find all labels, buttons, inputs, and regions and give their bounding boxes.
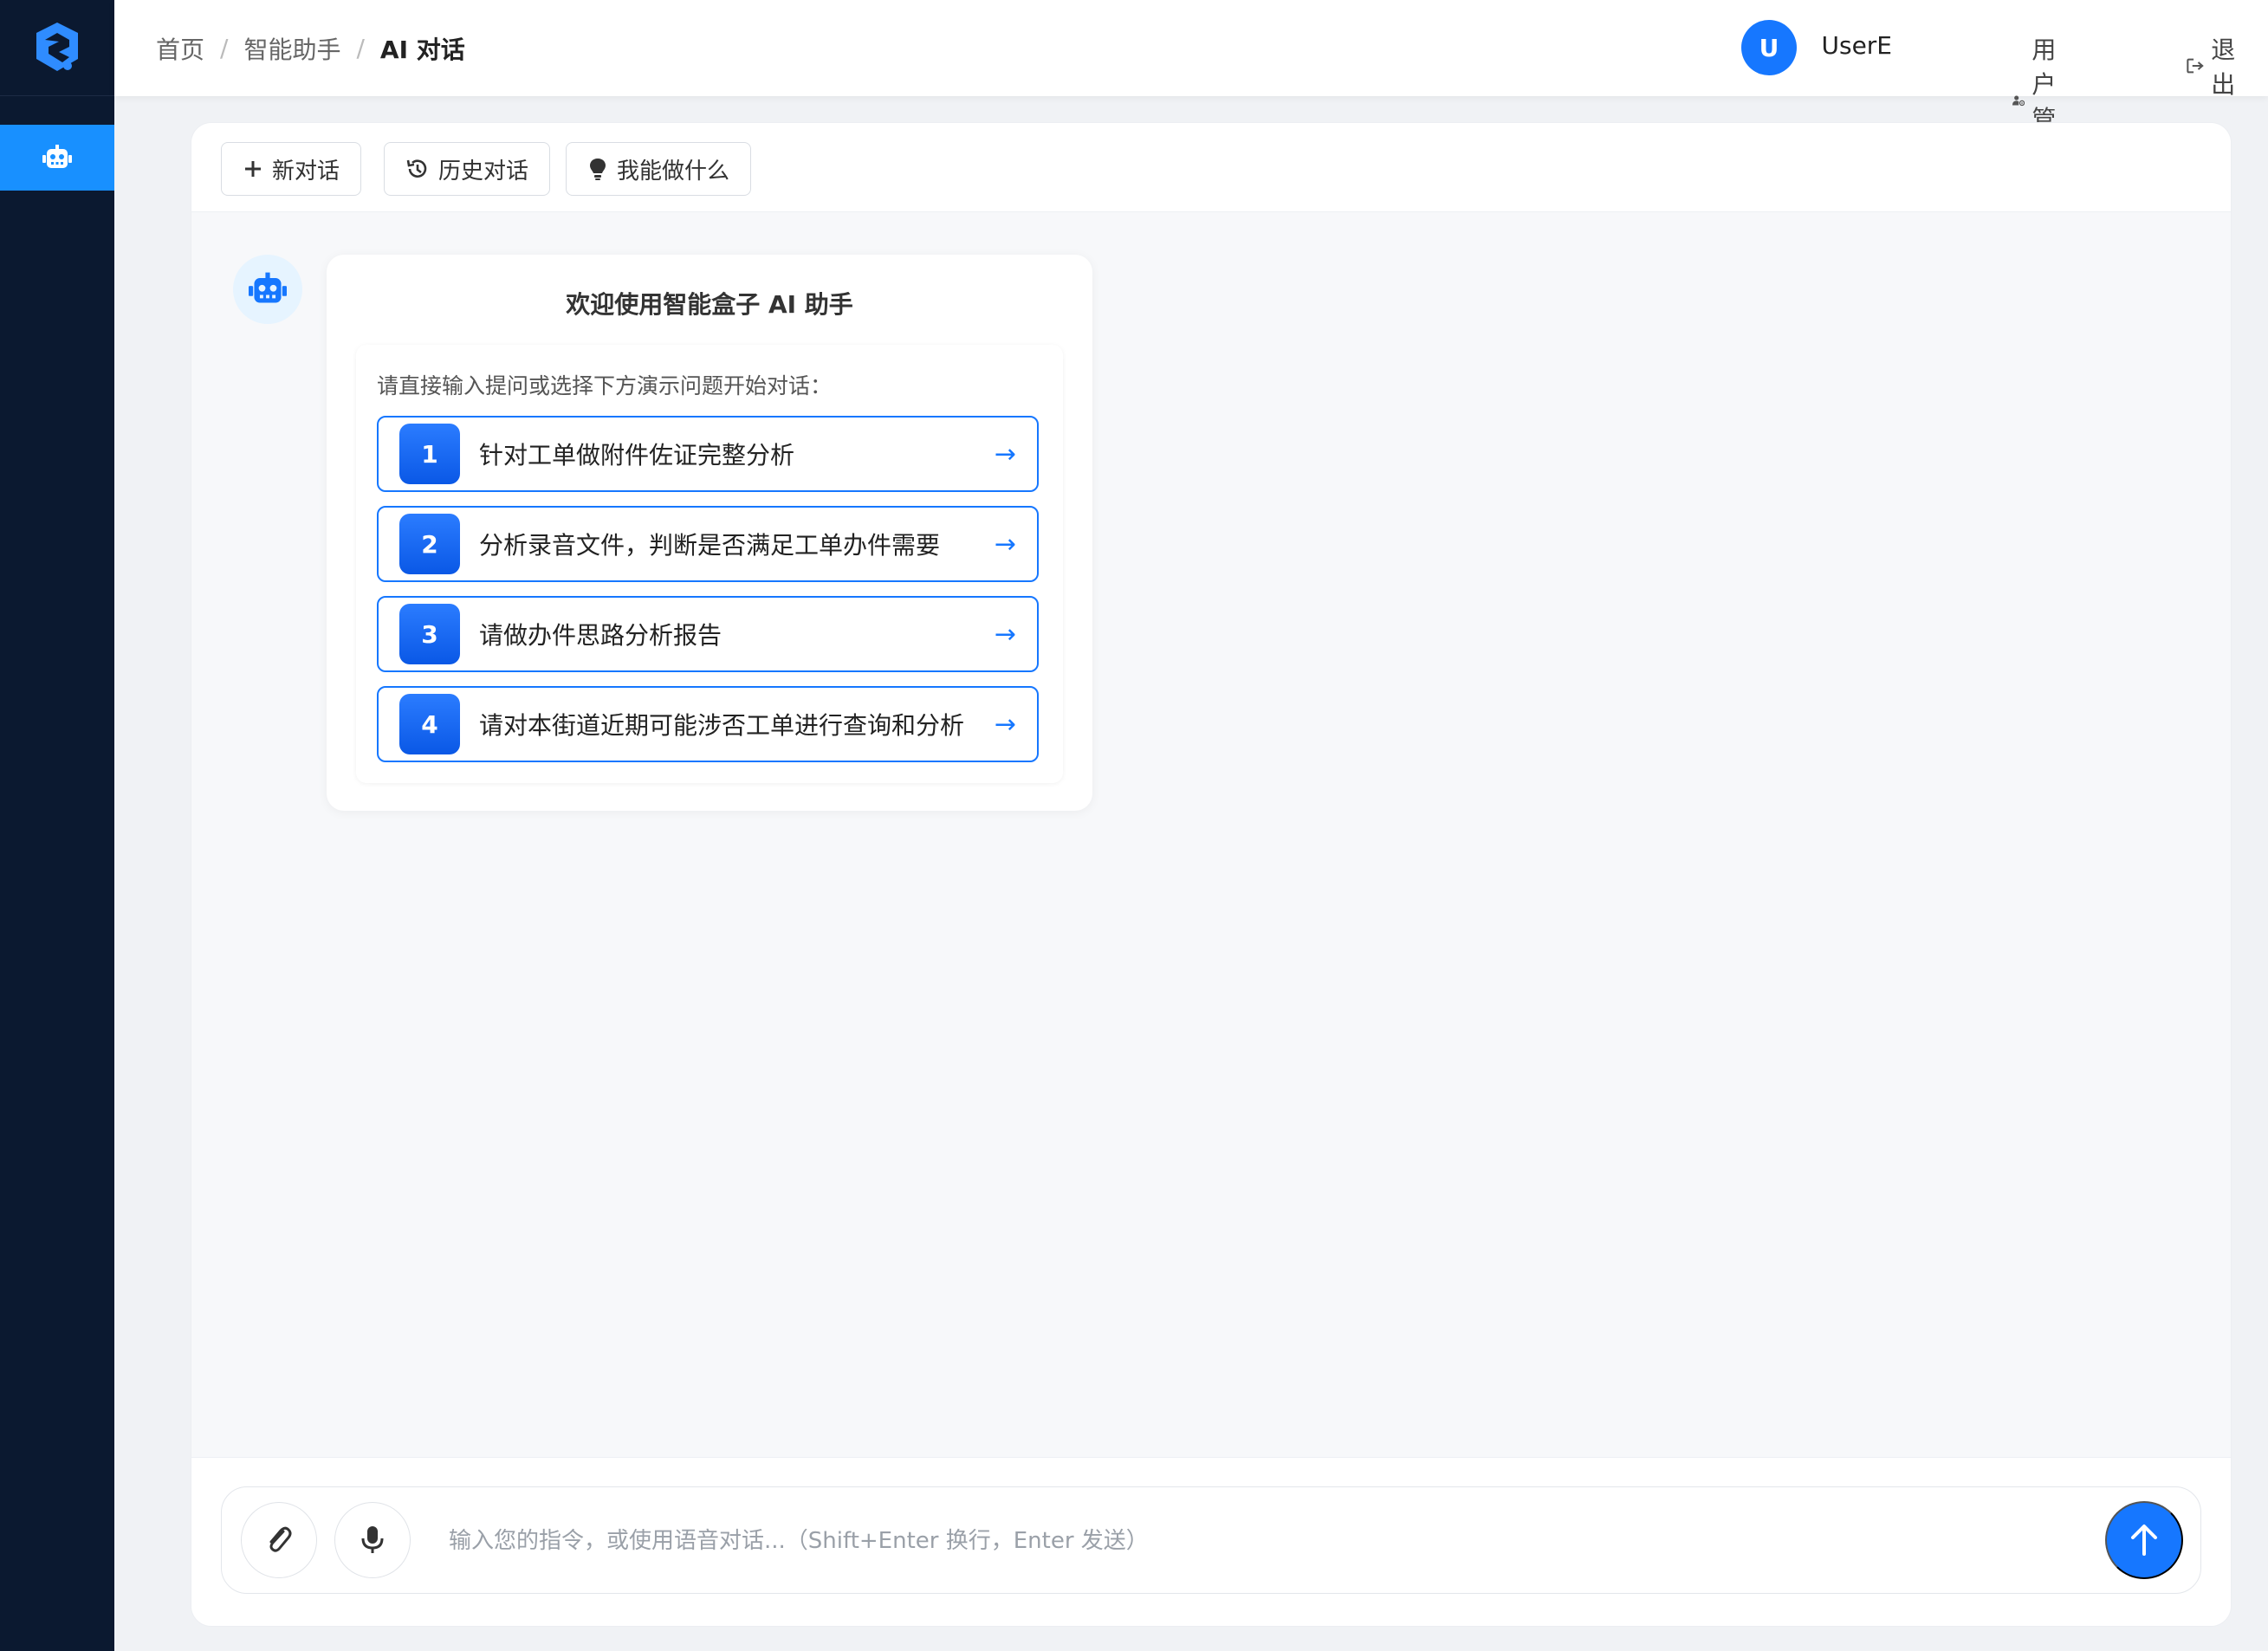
- suggestion-text: 针对工单做附件佐证完整分析: [479, 441, 795, 469]
- breadcrumb-separator: /: [356, 34, 365, 62]
- welcome-message: 欢迎使用智能盒子 AI 助手 请直接输入提问或选择下方演示问题开始对话： 1 针…: [327, 255, 1092, 811]
- arrow-right-icon: →: [994, 618, 1016, 650]
- history-label: 历史对话: [438, 157, 529, 184]
- suggestion-item-2[interactable]: 2 分析录音文件，判断是否满足工单办件需要 →: [377, 506, 1039, 582]
- suggestion-number: 3: [399, 604, 460, 664]
- arrow-right-icon: →: [994, 709, 1016, 740]
- history-icon: [406, 159, 427, 178]
- lightbulb-icon: [590, 159, 606, 180]
- suggestion-number: 4: [399, 694, 460, 754]
- arrow-right-icon: →: [994, 438, 1016, 469]
- new-chat-button[interactable]: 新对话: [221, 142, 362, 196]
- breadcrumb-home[interactable]: 首页: [156, 31, 204, 66]
- suggestion-panel: 请直接输入提问或选择下方演示问题开始对话： 1 针对工单做附件佐证完整分析 → …: [356, 345, 1063, 783]
- suggestion-text: 分析录音文件，判断是否满足工单办件需要: [479, 531, 941, 560]
- shield-logo-icon: [36, 23, 78, 71]
- microphone-icon: [361, 1526, 384, 1553]
- logout-button[interactable]: 退出: [2187, 31, 2244, 100]
- chat-toolbar: 新对话 历史对话 我能做什么: [191, 123, 2231, 212]
- suggestion-text: 请对本街道近期可能涉否工单进行查询和分析: [479, 711, 965, 740]
- breadcrumb-separator: /: [220, 34, 229, 62]
- app-logo[interactable]: [0, 0, 114, 96]
- suggestion-number: 2: [399, 514, 460, 574]
- send-button[interactable]: [2105, 1501, 2183, 1579]
- plus-icon: [245, 161, 261, 177]
- robot-icon: [42, 145, 72, 168]
- logout-icon: [2187, 58, 2204, 74]
- input-area: [191, 1457, 2231, 1626]
- capabilities-label: 我能做什么: [617, 157, 730, 184]
- attach-button[interactable]: [241, 1502, 317, 1578]
- suggestion-item-1[interactable]: 1 针对工单做附件佐证完整分析 →: [377, 416, 1039, 492]
- suggestion-item-4[interactable]: 4 请对本街道近期可能涉否工单进行查询和分析 →: [377, 686, 1039, 762]
- logout-label: 退出: [2211, 36, 2236, 99]
- new-chat-label: 新对话: [272, 157, 340, 184]
- bot-avatar: [233, 255, 302, 324]
- avatar[interactable]: U: [1741, 20, 1797, 75]
- suggestion-number: 1: [399, 424, 460, 484]
- breadcrumb-current: AI 对话: [379, 35, 465, 64]
- app-root: 首页 / 智能助手 / AI 对话 U UserE 用户管理: [0, 0, 2268, 1651]
- prompt-hint: 请直接输入提问或选择下方演示问题开始对话：: [377, 373, 833, 398]
- paperclip-icon: [269, 1526, 292, 1552]
- arrow-right-icon: →: [994, 528, 1016, 560]
- username[interactable]: UserE: [1821, 31, 1892, 60]
- arrow-up-icon: [2131, 1525, 2157, 1556]
- suggestion-item-3[interactable]: 3 请做办件思路分析报告 →: [377, 596, 1039, 672]
- sidebar: [0, 0, 114, 1651]
- voice-button[interactable]: [334, 1502, 411, 1578]
- suggestion-text: 请做办件思路分析报告: [479, 621, 723, 650]
- chat-input[interactable]: [449, 1513, 2008, 1569]
- welcome-title: 欢迎使用智能盒子 AI 助手: [566, 290, 853, 319]
- breadcrumb: 首页 / 智能助手 / AI 对话: [156, 0, 465, 96]
- breadcrumb-section[interactable]: 智能助手: [243, 31, 340, 66]
- robot-icon: [249, 272, 287, 303]
- user-gear-icon: [2012, 95, 2025, 107]
- history-button[interactable]: 历史对话: [384, 142, 551, 196]
- capabilities-button[interactable]: 我能做什么: [566, 142, 752, 196]
- top-header: 首页 / 智能助手 / AI 对话 U UserE 用户管理: [114, 0, 2268, 168]
- sidebar-item-ai-chat[interactable]: [0, 125, 114, 191]
- chat-panel: 新对话 历史对话 我能做什么 欢迎使用智能盒子 AI 助手 请直接输入提问或选择…: [191, 122, 2232, 1627]
- composer: [221, 1486, 2201, 1594]
